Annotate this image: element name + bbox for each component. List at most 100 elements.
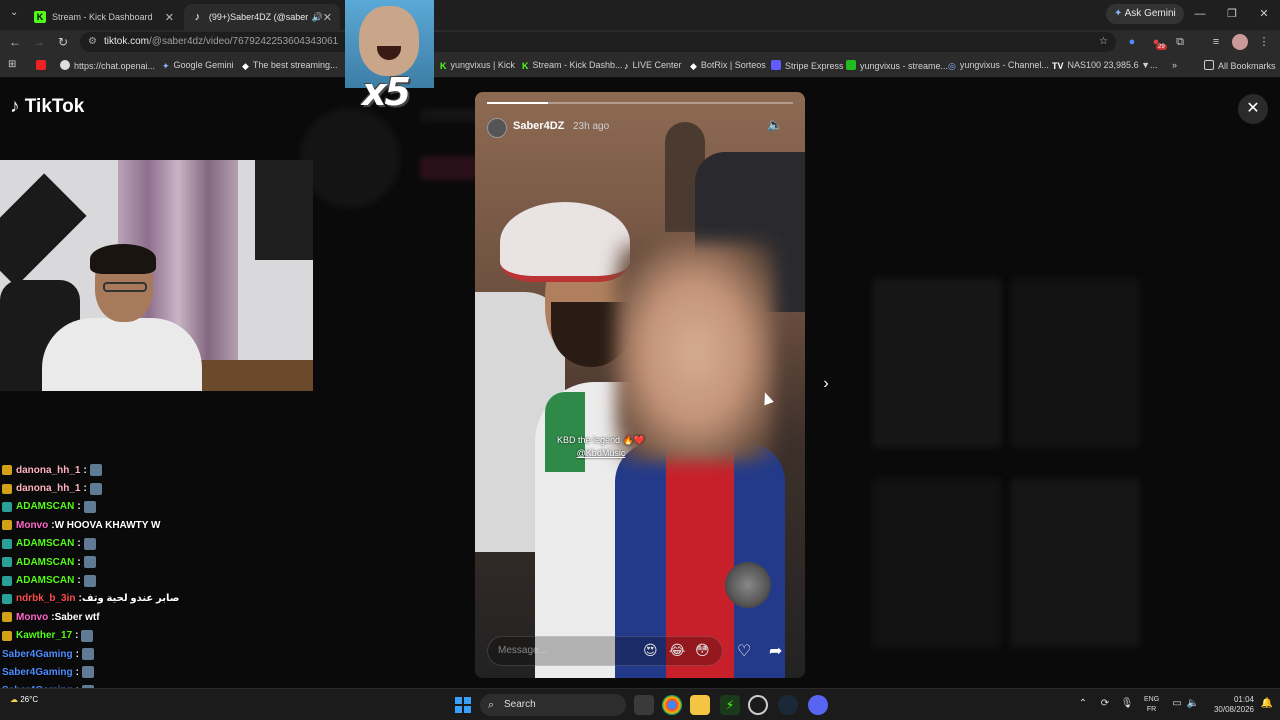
share-arrow-icon[interactable]: ➦ <box>769 641 782 661</box>
chat-username[interactable]: ADAMSCAN <box>16 538 74 549</box>
volume-icon[interactable]: 🔈 <box>767 117 783 133</box>
taskbar-search-label: Search <box>504 699 536 710</box>
story-age: 23h ago <box>573 121 610 132</box>
webcam-streamer-glasses <box>103 282 147 292</box>
steam-icon[interactable] <box>778 695 798 715</box>
chat-username[interactable]: Monvo <box>16 520 48 531</box>
taskbar-clock[interactable]: 01:04 30/08/2026 <box>1206 695 1254 715</box>
file-explorer-icon[interactable] <box>690 695 710 715</box>
lang-bottom: FR <box>1146 706 1157 713</box>
bookmark-streaming[interactable]: ◆ The best streaming... <box>242 60 337 71</box>
botrix-icon: ◆ <box>690 61 697 71</box>
tab-kick-dashboard[interactable]: K Stream - Kick Dashboard ✕ <box>26 4 182 30</box>
chat-username[interactable]: Saber4Gaming <box>2 667 73 678</box>
tray-network-icon[interactable]: ▭ <box>1170 698 1184 712</box>
tab-close-icon[interactable]: ✕ <box>165 11 174 24</box>
media-control-icon[interactable]: ≡ <box>1208 34 1224 50</box>
caption-mention[interactable]: @KbdMusic <box>475 447 727 460</box>
reaction-shocked-button[interactable]: 😳 <box>695 642 710 659</box>
emote-face <box>359 6 419 76</box>
tiktok-logo[interactable]: ♪ TikTok <box>10 96 84 118</box>
restore-icon[interactable]: ❐ <box>1216 0 1248 30</box>
story-card[interactable]: Saber4DZ 23h ago 🔈 KBD the legend 🔥❤️ @K… <box>475 92 805 678</box>
discord-icon[interactable] <box>808 695 828 715</box>
story-message-input[interactable]: Message... <box>487 636 723 666</box>
site-info-icon[interactable]: ⚙ <box>88 32 97 52</box>
story-author-avatar[interactable] <box>487 118 507 138</box>
chat-username[interactable]: ADAMSCAN <box>16 557 74 568</box>
bookmark-nas100[interactable]: TV NAS100 23,985.6 ▼... <box>1052 60 1157 71</box>
bookmark-label: Google Gemini <box>173 60 234 70</box>
chat-username[interactable]: ADAMSCAN <box>16 501 74 512</box>
taskbar-search[interactable]: ⌕ Search <box>480 694 626 716</box>
tray-overflow-icon[interactable]: ⌃ <box>1076 698 1090 712</box>
openai-icon <box>60 60 70 70</box>
tray-volume-icon[interactable]: 🔈 <box>1186 698 1200 712</box>
chat-username[interactable]: danona_hh_1 <box>16 483 80 494</box>
tab-close-icon[interactable]: ✕ <box>323 11 332 24</box>
minimize-icon[interactable]: — <box>1184 0 1216 30</box>
bookmark-kick-yungvixus[interactable]: Kyungvixus | Kick <box>440 60 515 71</box>
url-host: tiktok.com <box>104 36 150 47</box>
bookmark-botrix[interactable]: ◆ BotRix | Sorteos <box>690 60 766 71</box>
weather-widget[interactable]: ☁ 26°C <box>10 695 38 704</box>
input-language[interactable]: ENG FR <box>1144 695 1159 715</box>
bookmarks-overflow-icon[interactable]: » <box>1172 60 1177 70</box>
obs-icon[interactable] <box>748 695 768 715</box>
reload-icon[interactable]: ↻ <box>54 33 72 51</box>
bookmark-yungvixus-streamer[interactable]: yungvixus - streame... <box>846 60 948 71</box>
address-bar[interactable]: ⚙ tiktok.com/@saber4dz/video/76792422536… <box>80 32 1116 52</box>
extension-shazam-icon[interactable]: ● <box>1124 34 1140 50</box>
caption-text: KBD the legend 🔥❤️ <box>557 435 645 445</box>
chat-username[interactable]: Monvo <box>16 612 48 623</box>
chat-username[interactable]: Kawther_17 <box>16 630 72 641</box>
bookmark-youtube[interactable] <box>36 60 50 71</box>
tab-search-chevron-icon[interactable]: ⌄ <box>10 7 18 18</box>
chat-username[interactable]: Saber4Gaming <box>2 649 73 660</box>
chat-separator: : <box>77 556 81 568</box>
story-username[interactable]: Saber4DZ <box>513 120 564 132</box>
chrome-icon[interactable] <box>662 695 682 715</box>
tab-tiktok-saber4dz[interactable]: ♪ (99+)Saber4DZ (@saber4d 🔊 ✕ <box>184 4 340 30</box>
next-story-chevron-icon[interactable]: › <box>814 372 838 396</box>
chat-username[interactable]: ndrbk_b_3in <box>16 593 75 604</box>
notification-bell-icon[interactable]: 🔔 <box>1260 698 1274 712</box>
chat-emote-icon <box>83 574 96 587</box>
chat-emote-icon <box>89 464 102 477</box>
bookmark-star-icon[interactable]: ☆ <box>1099 32 1108 52</box>
bookmark-kick-dashboard[interactable]: K Stream - Kick Dashb... <box>522 60 623 71</box>
menu-kebab-icon[interactable]: ⋮ <box>1256 34 1272 50</box>
forward-arrow-icon[interactable]: → <box>30 33 48 51</box>
back-arrow-icon[interactable]: ← <box>6 33 24 51</box>
all-bookmarks[interactable]: All Bookmarks <box>1204 60 1276 71</box>
bookmark-gemini[interactable]: ✦ Google Gemini <box>162 60 234 71</box>
kick-app-icon[interactable]: ⚡ <box>720 695 740 715</box>
extensions-puzzle-icon[interactable]: ⧉ <box>1172 34 1188 50</box>
tab-audio-icon[interactable]: 🔊 <box>312 12 323 23</box>
task-view-icon[interactable] <box>634 695 654 715</box>
webcam-acoustic-panel <box>255 160 313 260</box>
ask-gemini-button[interactable]: ✦ Ask Gemini <box>1106 4 1184 24</box>
close-window-icon[interactable]: ✕ <box>1248 0 1280 30</box>
tiktok-note-icon: ♪ <box>10 96 20 117</box>
chat-text: Saber wtf <box>54 611 100 623</box>
bookmark-yungvixus-channel[interactable]: ◎ yungvixus - Channel... <box>948 60 1049 71</box>
tray-sync-icon[interactable]: ⟳ <box>1098 698 1112 712</box>
bookmark-live-center[interactable]: ♪ LIVE Center <box>624 60 682 71</box>
close-story-button[interactable]: ✕ <box>1238 94 1268 124</box>
chat-message: Monvo : W HOOVA KHAWTY W <box>2 516 302 534</box>
bookmark-chatgpt[interactable]: https://chat.openai... <box>60 60 155 71</box>
apps-grid-icon[interactable]: ⊞ <box>8 59 16 70</box>
bookmark-stripe[interactable]: Stripe Express <box>771 60 844 71</box>
emote-multiplier: x5 <box>362 70 411 114</box>
chat-username[interactable]: danona_hh_1 <box>16 465 80 476</box>
reaction-laugh-button[interactable]: 😂 <box>669 642 685 659</box>
like-heart-icon[interactable]: ♡ <box>737 641 751 661</box>
chat-text: W HOOVA KHAWTY W <box>54 519 161 531</box>
weather-temp: 26°C <box>20 695 39 704</box>
reaction-heart-eyes-button[interactable]: 😍 <box>643 642 658 659</box>
profile-avatar[interactable] <box>1232 34 1248 50</box>
chat-username[interactable]: ADAMSCAN <box>16 575 74 586</box>
tray-mic-icon[interactable]: 🎙 <box>1120 698 1134 712</box>
start-windows-icon[interactable] <box>455 697 471 713</box>
